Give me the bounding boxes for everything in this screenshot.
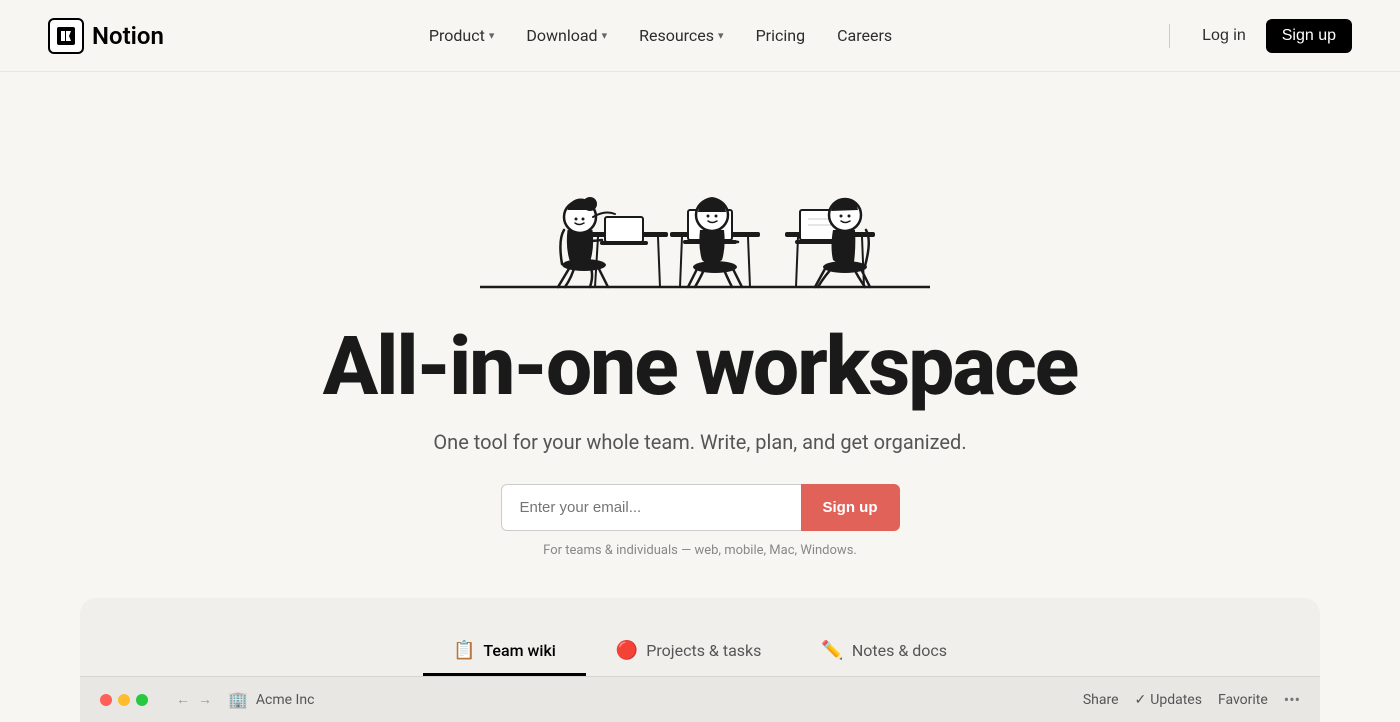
tab-notes-docs[interactable]: ✏️ Notes & docs [791,628,977,676]
nav-resources[interactable]: Resources ▾ [625,18,737,53]
share-button[interactable]: Share [1083,692,1119,708]
hero-form: Sign up [501,484,900,531]
bottom-section: 📋 Team wiki 🔴 Projects & tasks ✏️ Notes … [80,598,1320,676]
login-button[interactable]: Log in [1186,19,1262,53]
signup-nav-button[interactable]: Sign up [1266,19,1352,53]
nav-pricing[interactable]: Pricing [742,18,820,53]
close-dot[interactable] [100,694,112,706]
resources-chevron-icon: ▾ [718,29,724,42]
updates-button[interactable]: ✓ Updates [1135,692,1202,708]
projects-tasks-emoji: 🔴 [616,640,638,661]
app-breadcrumb: 🏢 Acme Inc [228,690,314,709]
acme-icon: 🏢 [228,690,248,709]
nav-items: Product ▾ Download ▾ Resources ▾ Pricing… [415,18,906,53]
minimize-dot[interactable] [118,694,130,706]
notion-logo-text: Notion [92,22,164,50]
hero-title: All-in-one workspace [323,322,1078,412]
tab-projects-tasks[interactable]: 🔴 Projects & tasks [586,628,792,676]
team-wiki-emoji: 📋 [453,640,475,661]
hero-subtitle: One tool for your whole team. Write, pla… [433,430,966,454]
nav-product[interactable]: Product ▾ [415,18,508,53]
app-preview-bar: ← → 🏢 Acme Inc Share ✓ Updates Favorite … [80,676,1320,722]
app-nav-arrows: ← → [176,691,212,708]
signup-hero-button[interactable]: Sign up [801,484,900,531]
tab-team-wiki-label: Team wiki [483,641,556,660]
email-input[interactable] [501,484,801,531]
download-chevron-icon: ▾ [602,29,608,42]
tab-team-wiki[interactable]: 📋 Team wiki [423,628,586,676]
hero-section: All-in-one workspace One tool for your w… [0,72,1400,598]
navbar-auth: Log in Sign up [1157,19,1352,53]
logo-group: Notion [48,18,164,54]
feature-tabs: 📋 Team wiki 🔴 Projects & tasks ✏️ Notes … [80,628,1320,676]
navbar: Notion Product ▾ Download ▾ Resources ▾ … [0,0,1400,72]
forward-arrow-icon[interactable]: → [198,691,212,708]
back-arrow-icon[interactable]: ← [176,691,190,708]
notion-logo-icon [48,18,84,54]
hero-note: For teams & individuals — web, mobile, M… [543,543,857,558]
tab-notes-docs-label: Notes & docs [852,641,947,660]
nav-careers[interactable]: Careers [823,18,906,53]
tab-projects-tasks-label: Projects & tasks [646,641,761,660]
nav-divider [1169,24,1170,48]
more-options-button[interactable]: ••• [1284,690,1300,709]
window-controls [100,694,148,706]
nav-download[interactable]: Download ▾ [512,18,621,53]
notes-docs-emoji: ✏️ [821,640,843,661]
favorite-button[interactable]: Favorite [1218,692,1268,708]
breadcrumb-text: Acme Inc [256,692,315,708]
hero-illustration [440,92,960,302]
maximize-dot[interactable] [136,694,148,706]
app-bar-actions: Share ✓ Updates Favorite ••• [1083,690,1300,709]
product-chevron-icon: ▾ [489,29,495,42]
checkmark-icon: ✓ [1135,692,1147,708]
